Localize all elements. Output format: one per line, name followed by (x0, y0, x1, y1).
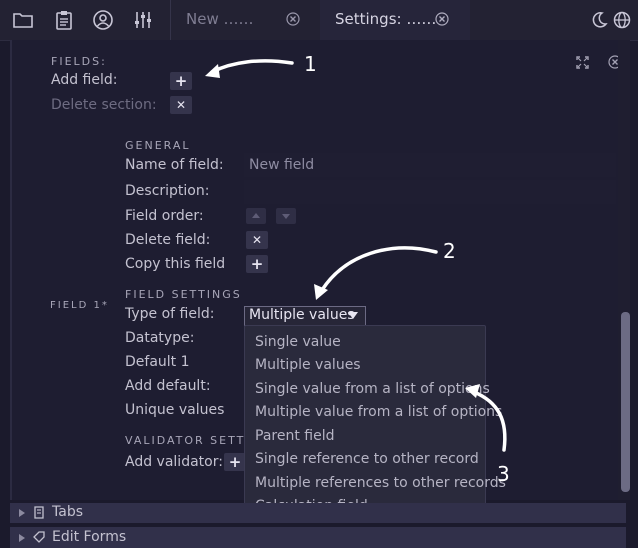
callout-number: 3 (497, 462, 510, 486)
arrow-2-icon (314, 246, 438, 300)
annotation-arrows (205, 59, 507, 452)
arrow-3-icon (465, 384, 507, 452)
callout-number: 2 (443, 239, 456, 263)
arrow-1-icon (205, 59, 294, 78)
callout-number: 1 (304, 52, 317, 76)
